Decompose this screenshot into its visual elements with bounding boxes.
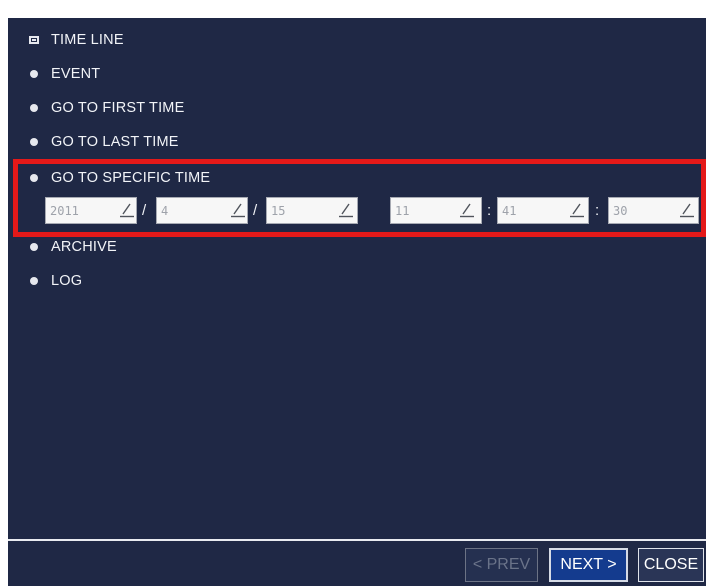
menu-item-archive[interactable]: ARCHIVE [8, 236, 117, 258]
selected-mark-icon [23, 29, 45, 51]
prev-button[interactable]: < PREV [465, 548, 538, 582]
menu-item-label: TIME LINE [51, 32, 124, 48]
menu-item-log[interactable]: LOG [8, 270, 82, 292]
menu-item-go-to-first-time[interactable]: GO TO FIRST TIME [8, 97, 184, 119]
bullet-icon [23, 270, 45, 292]
menu-item-event[interactable]: EVENT [8, 63, 100, 85]
bullet-icon [23, 236, 45, 258]
close-button[interactable]: CLOSE [638, 548, 704, 582]
next-button[interactable]: NEXT > [549, 548, 628, 582]
menu-item-label: GO TO LAST TIME [51, 134, 179, 150]
menu-item-label: LOG [51, 273, 83, 289]
menu-item-go-to-last-time[interactable]: GO TO LAST TIME [8, 131, 179, 153]
bullet-icon [23, 97, 45, 119]
specific-time-highlight [13, 159, 706, 237]
search-menu-screen: TIME LINE EVENT GO TO FIRST TIME GO TO L… [8, 18, 706, 586]
footer-divider [8, 539, 706, 541]
menu-item-label: GO TO FIRST TIME [51, 100, 185, 116]
menu-item-label: EVENT [51, 66, 101, 82]
bullet-icon [23, 131, 45, 153]
menu-item-time-line[interactable]: TIME LINE [8, 29, 124, 51]
menu-item-label: ARCHIVE [51, 239, 117, 255]
bullet-icon [23, 63, 45, 85]
